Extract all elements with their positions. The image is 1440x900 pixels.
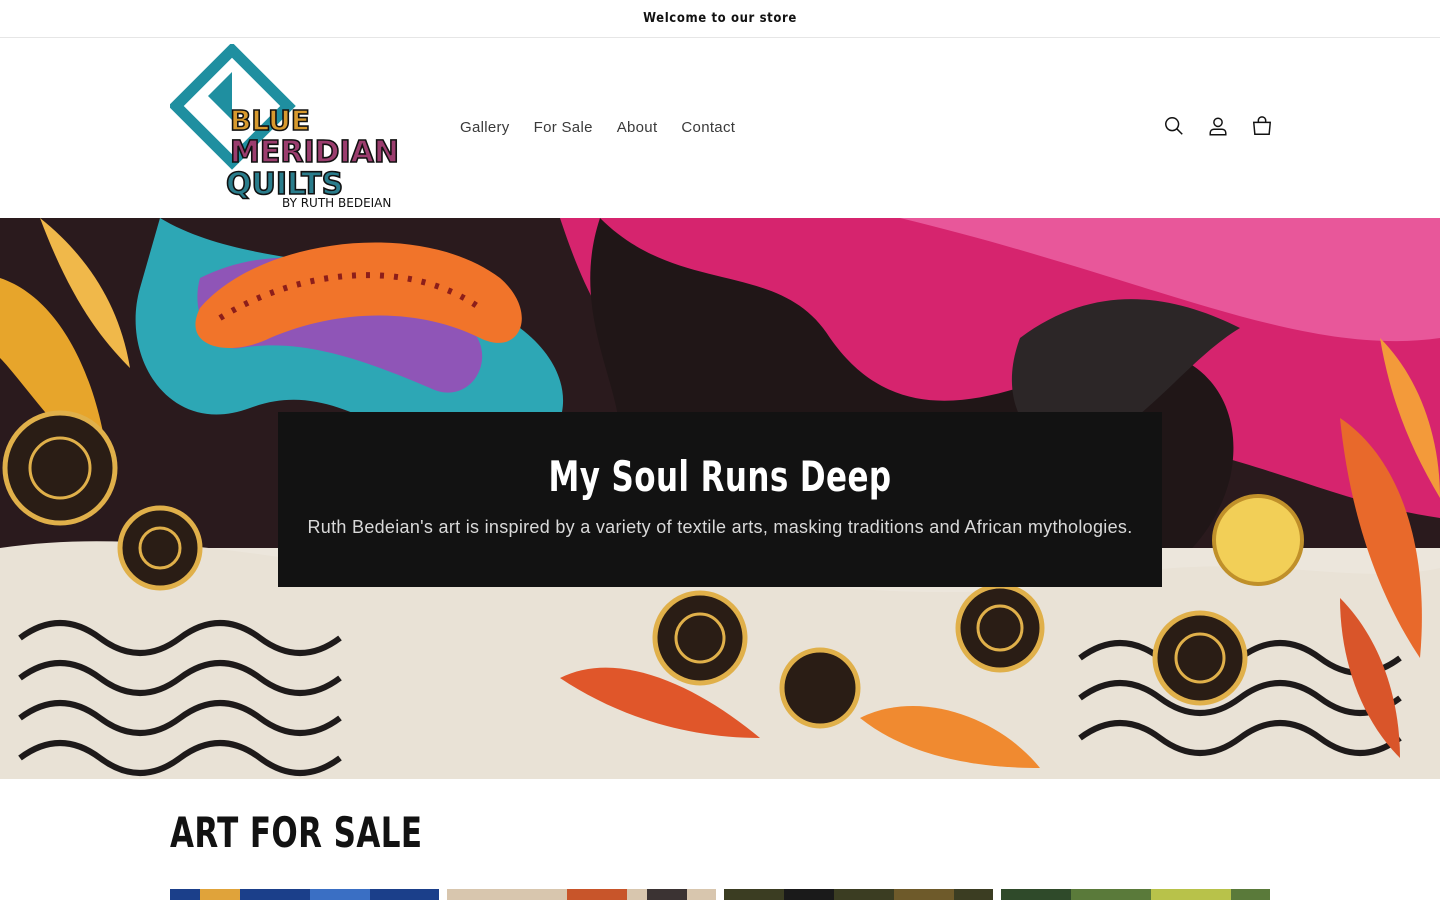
announcement-bar: Welcome to our store	[0, 0, 1440, 38]
hero-banner: My Soul Runs Deep Ruth Bedeian's art is …	[0, 218, 1440, 779]
product-card-3[interactable]	[724, 888, 993, 900]
product-card-2[interactable]	[447, 888, 716, 900]
logo-byline: BY RUTH BEDEIAN	[282, 196, 391, 210]
featured-collection-title: ART FOR SALE	[170, 808, 423, 857]
hero-subtitle: Ruth Bedeian's art is inspired by a vari…	[307, 517, 1133, 537]
site-header: BLUE MERIDIAN QUILTS BY RUTH BEDEIAN Gal…	[0, 38, 1440, 218]
account-icon	[1209, 117, 1227, 136]
logo-line2: MERIDIAN	[230, 135, 399, 170]
search-icon	[1165, 117, 1183, 135]
hero-content-box: My Soul Runs Deep Ruth Bedeian's art is …	[278, 412, 1162, 587]
announcement-text: Welcome to our store	[643, 11, 797, 26]
product-card-1[interactable]	[170, 888, 439, 900]
product-image-2	[447, 889, 716, 900]
header-actions	[1156, 108, 1280, 144]
cart-icon	[1252, 116, 1272, 135]
store-logo[interactable]: BLUE MERIDIAN QUILTS BY RUTH BEDEIAN	[168, 42, 422, 210]
hero-title: My Soul Runs Deep	[548, 452, 892, 501]
nav-item-gallery[interactable]: Gallery	[448, 118, 522, 138]
product-image-1	[170, 889, 439, 900]
product-image-4	[1001, 889, 1270, 900]
nav-item-about[interactable]: About	[605, 118, 670, 138]
nav-item-contact[interactable]: Contact	[669, 118, 747, 138]
main-nav: Gallery For Sale About Contact	[448, 118, 747, 138]
nav-item-for-sale[interactable]: For Sale	[522, 118, 605, 138]
product-card-4[interactable]	[1001, 888, 1270, 900]
product-grid	[170, 888, 1270, 900]
account-button[interactable]	[1200, 108, 1236, 144]
cart-button[interactable]	[1244, 108, 1280, 144]
search-button[interactable]	[1156, 108, 1192, 144]
logo-line1: BLUE	[230, 104, 310, 137]
product-image-3	[724, 889, 993, 900]
